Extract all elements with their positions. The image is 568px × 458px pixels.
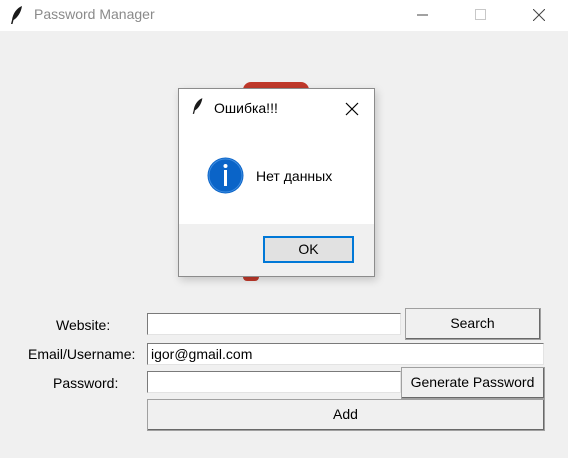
window-title: Password Manager: [34, 6, 155, 22]
generate-password-button[interactable]: Generate Password: [401, 367, 545, 399]
feather-icon: [192, 98, 203, 114]
password-label: Password:: [53, 375, 119, 391]
error-dialog[interactable]: Ошибка!!! Нет данных OK: [178, 88, 375, 277]
dialog-title: Ошибка!!!: [214, 100, 278, 116]
add-button[interactable]: Add: [147, 399, 545, 431]
dialog-close-icon[interactable]: [341, 98, 363, 120]
title-bar[interactable]: Password Manager: [0, 0, 568, 31]
dialog-footer: OK: [179, 224, 374, 276]
info-icon: [207, 157, 244, 194]
maximize-icon: [475, 9, 486, 20]
password-input[interactable]: [147, 371, 401, 393]
maximize-button[interactable]: [458, 0, 504, 31]
ok-button[interactable]: OK: [263, 236, 354, 263]
website-input[interactable]: [147, 313, 401, 335]
feather-icon: [11, 6, 22, 24]
email-label: Email/Username:: [28, 346, 136, 362]
close-icon: [533, 9, 545, 21]
minimize-icon: [417, 14, 428, 16]
minimize-button[interactable]: [400, 0, 446, 31]
email-input[interactable]: igor@gmail.com: [147, 343, 544, 365]
search-button[interactable]: Search: [405, 308, 541, 340]
website-label: Website:: [56, 317, 111, 333]
close-button[interactable]: [516, 0, 562, 31]
dialog-message: Нет данных: [256, 168, 333, 184]
